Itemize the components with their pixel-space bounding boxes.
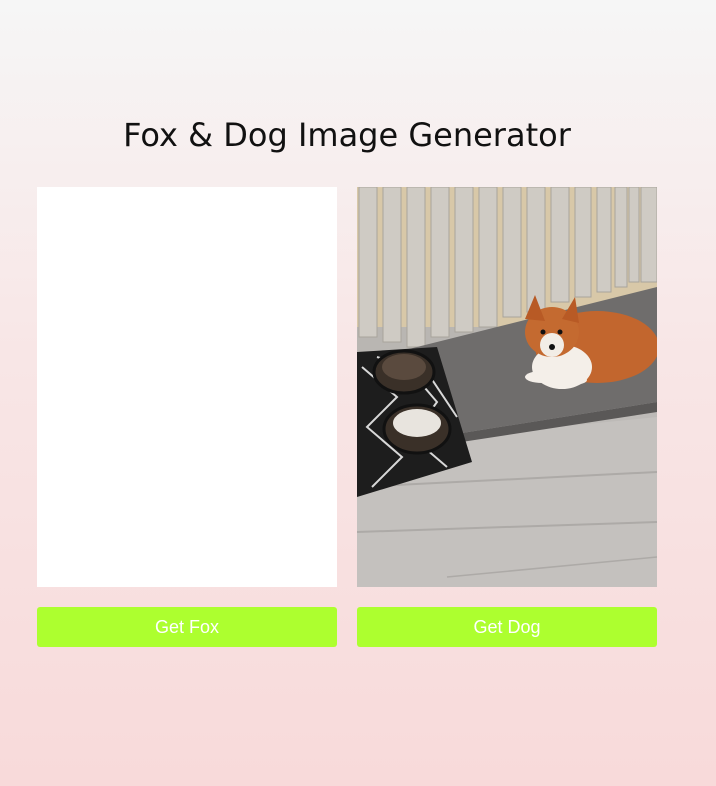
- fox-image: [37, 187, 337, 587]
- get-dog-button[interactable]: Get Dog: [357, 607, 657, 647]
- dog-image: [357, 187, 657, 587]
- page-title: Fox & Dog Image Generator: [123, 116, 571, 154]
- get-fox-button[interactable]: Get Fox: [37, 607, 337, 647]
- dog-photo: [357, 187, 657, 587]
